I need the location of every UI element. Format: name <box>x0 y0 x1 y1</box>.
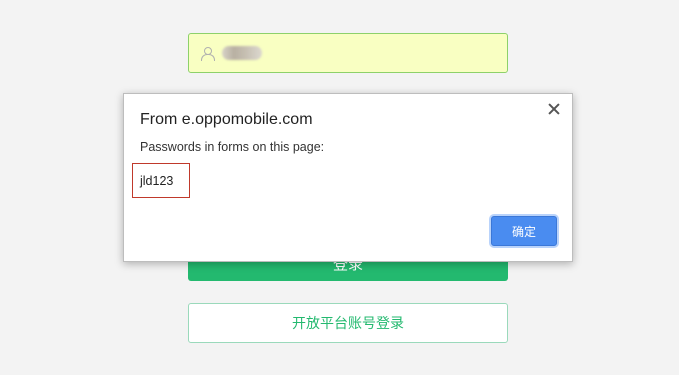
ok-button[interactable]: 确定 <box>491 216 557 246</box>
user-icon <box>200 46 215 61</box>
password-value: jld123 <box>132 163 190 198</box>
username-input[interactable] <box>188 33 508 73</box>
dialog-title: From e.oppomobile.com <box>140 111 313 128</box>
alert-dialog: From e.oppomobile.com Passwords in forms… <box>123 93 573 262</box>
dialog-message: Passwords in forms on this page: <box>140 140 325 154</box>
close-icon[interactable] <box>547 102 561 116</box>
blurred-username <box>222 46 262 60</box>
platform-account-login-button[interactable]: 开放平台账号登录 <box>188 303 508 343</box>
